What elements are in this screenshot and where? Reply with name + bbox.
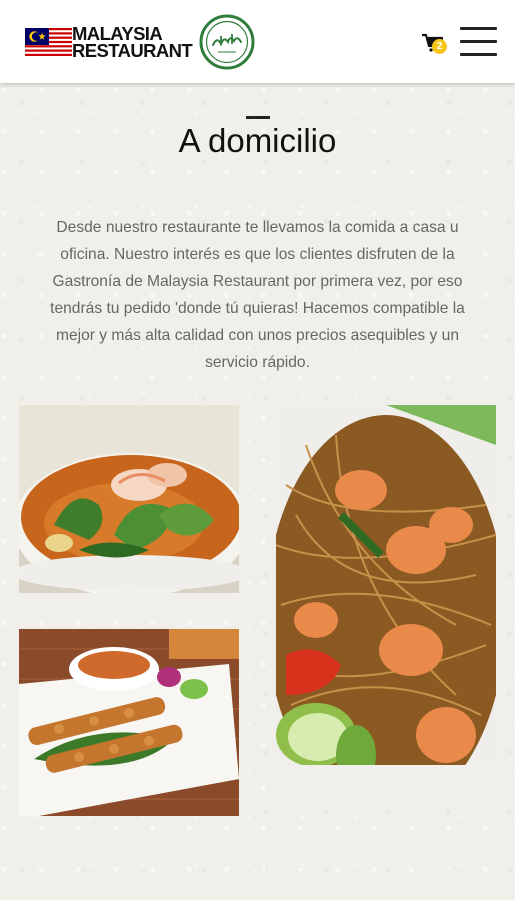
malaysia-flag-icon[interactable] xyxy=(25,28,72,58)
site-header: MALAYSIA RESTAURANT 2 xyxy=(0,0,515,83)
brand-name[interactable]: MALAYSIA RESTAURANT xyxy=(72,24,193,61)
title-accent-line xyxy=(246,116,270,119)
cart-count-badge[interactable]: 2 xyxy=(432,39,447,54)
halal-badge-icon xyxy=(199,14,255,70)
page-title: A domicilio xyxy=(178,122,337,159)
menu-bar xyxy=(460,40,497,43)
hamburger-menu-icon[interactable] xyxy=(460,27,497,57)
fried-noodles-prawns-photo xyxy=(276,405,496,805)
intro-paragraph: Desde nuestro restaurante te llevamos la… xyxy=(50,219,465,371)
satay-skewers-photo xyxy=(19,629,239,816)
laksa-soup-photo xyxy=(19,405,239,593)
menu-bar xyxy=(460,53,497,56)
menu-bar xyxy=(460,27,497,30)
brand-line-2: RESTAURANT xyxy=(72,40,193,61)
